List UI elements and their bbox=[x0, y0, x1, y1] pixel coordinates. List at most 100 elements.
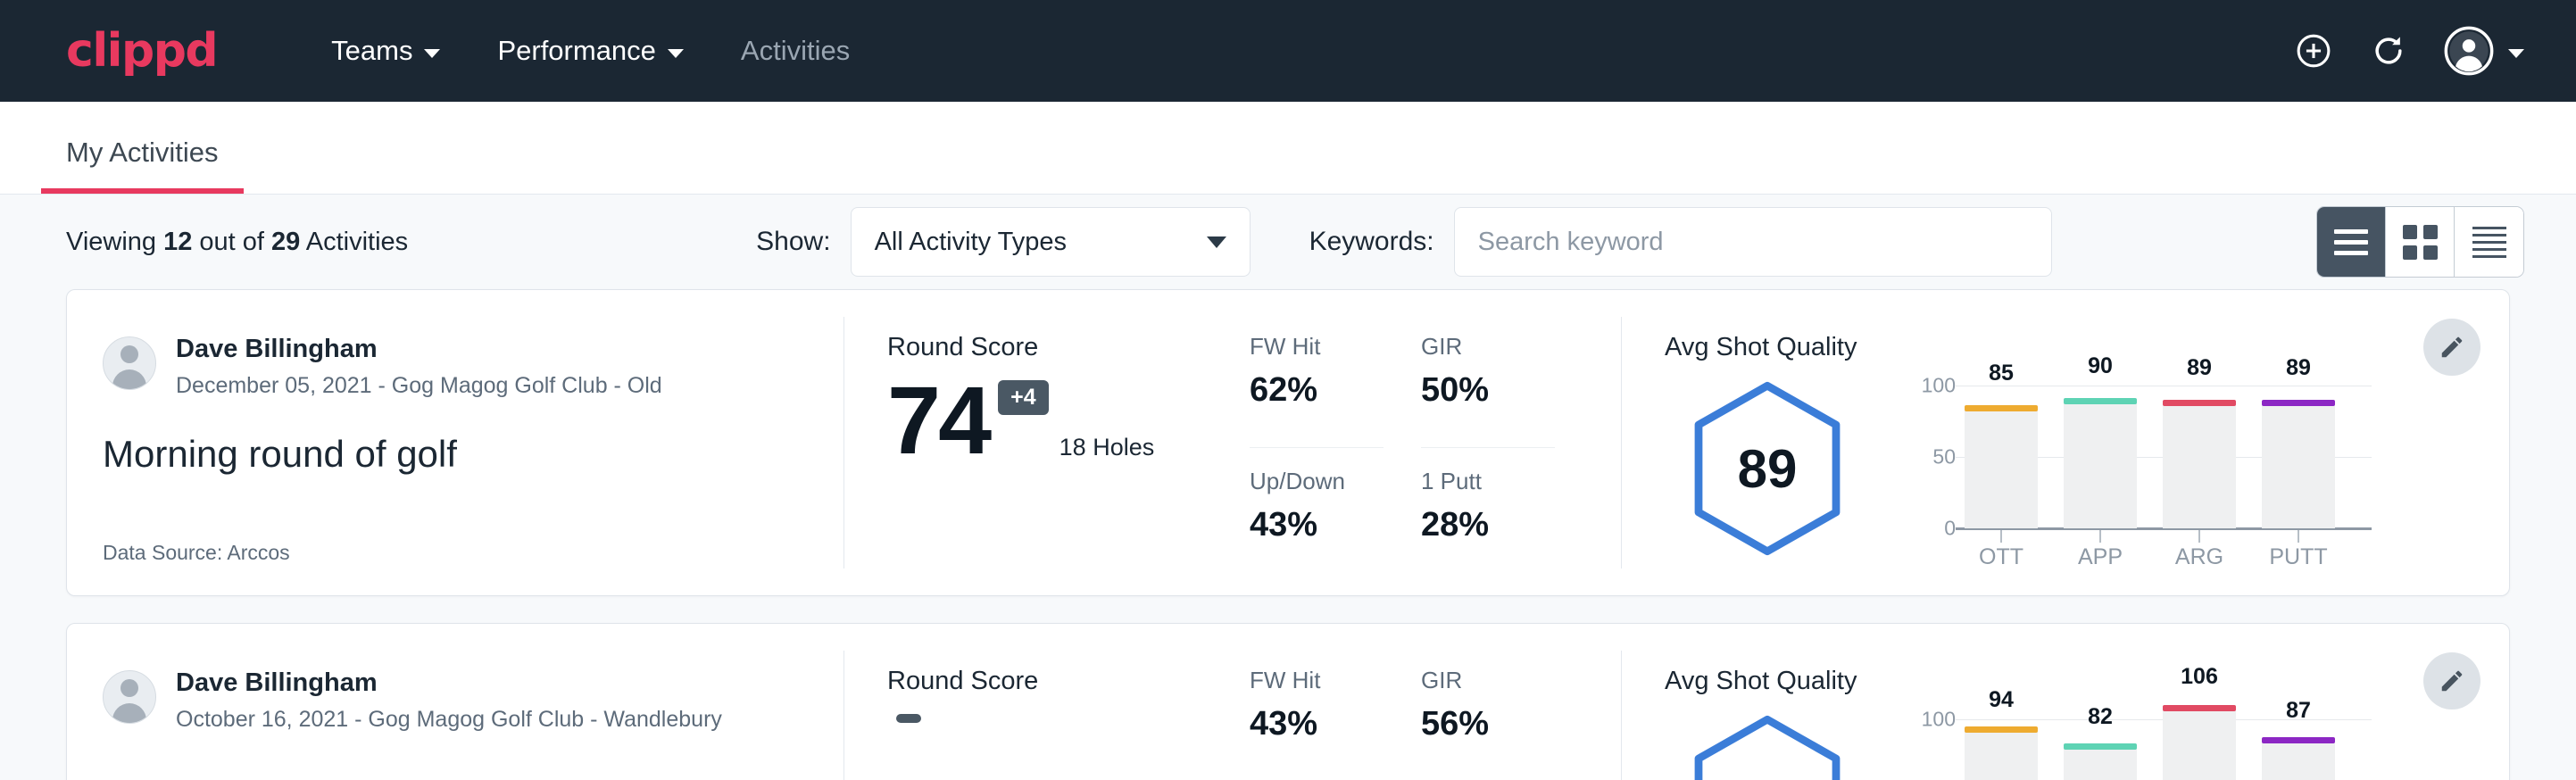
top-navbar: clippd Teams Performance Activities bbox=[0, 0, 2576, 102]
stat-one-putt-label: 1 Putt bbox=[1421, 468, 1555, 495]
activity-meta: October 16, 2021 - Gog Magog Golf Club -… bbox=[176, 707, 722, 733]
activity-type-select-value: All Activity Types bbox=[875, 228, 1067, 257]
round-stats-grid: FW Hit 43% GIR 56% bbox=[1250, 667, 1555, 780]
nav-item-activities-label: Activities bbox=[741, 35, 850, 67]
refresh-icon[interactable] bbox=[2369, 31, 2408, 71]
shot-quality-bar-chart: 100 50 0 85 bbox=[1900, 366, 2372, 571]
chevron-down-icon bbox=[668, 49, 684, 58]
avatar bbox=[103, 670, 156, 724]
activity-info-column: Dave Billingham December 05, 2021 - Gog … bbox=[67, 290, 843, 595]
avatar bbox=[103, 336, 156, 390]
compact-view-icon bbox=[2472, 227, 2506, 258]
avg-shot-quality-hexagon: 89 bbox=[1665, 381, 1870, 556]
viewing-suffix: Activities bbox=[300, 228, 408, 256]
activity-title: Morning round of golf bbox=[103, 433, 808, 476]
avg-shot-quality-column: Avg Shot Quality 100 50 0 bbox=[1622, 624, 2509, 780]
viewing-mid: out of bbox=[192, 228, 271, 256]
activity-data-source: Data Source: Arccos bbox=[103, 541, 808, 568]
y-tick-100: 100 bbox=[1922, 374, 1956, 398]
stat-fw-hit: FW Hit 43% bbox=[1250, 667, 1384, 780]
clippd-logo[interactable]: clippd bbox=[66, 28, 217, 74]
bar-app-cap bbox=[2064, 743, 2137, 750]
grid-view-button[interactable] bbox=[2386, 207, 2455, 277]
activity-card-list: Dave Billingham December 05, 2021 - Gog … bbox=[0, 289, 2576, 780]
bar-app-cap bbox=[2064, 398, 2137, 404]
stat-fw-hit-value: 43% bbox=[1250, 705, 1384, 743]
stat-one-putt: 1 Putt 28% bbox=[1421, 468, 1555, 569]
edit-activity-button[interactable] bbox=[2423, 319, 2480, 376]
x-tick bbox=[2099, 530, 2101, 543]
bar-ott-value: 85 bbox=[1965, 361, 2038, 386]
activity-meta: December 05, 2021 - Gog Magog Golf Club … bbox=[176, 373, 662, 399]
tab-my-activities[interactable]: My Activities bbox=[41, 137, 244, 194]
chart-plot-area: 94 82 106 bbox=[1956, 700, 2372, 780]
x-tick bbox=[2298, 530, 2299, 543]
avg-shot-quality-column: Avg Shot Quality 89 100 50 0 bbox=[1622, 290, 2509, 595]
edit-activity-button[interactable] bbox=[2423, 652, 2480, 709]
activity-card[interactable]: Dave Billingham October 16, 2021 - Gog M… bbox=[66, 623, 2510, 780]
round-score-to-par-badge: +4 bbox=[998, 380, 1049, 415]
stat-gir-label: GIR bbox=[1421, 333, 1555, 361]
compact-view-button[interactable] bbox=[2455, 207, 2523, 277]
round-score-value: 74 bbox=[887, 375, 989, 467]
avg-shot-quality-label: Avg Shot Quality bbox=[1665, 667, 2473, 696]
chevron-down-icon bbox=[1207, 236, 1226, 248]
chart-y-axis: 100 50 0 bbox=[1900, 386, 1956, 528]
account-menu[interactable] bbox=[2444, 26, 2524, 76]
hexagon-icon bbox=[1689, 715, 1846, 780]
view-toggle-group bbox=[2316, 206, 2524, 278]
tab-strip: My Activities bbox=[0, 102, 2576, 195]
stat-one-putt-value: 28% bbox=[1421, 506, 1555, 544]
shot-quality-bar-chart: 100 50 0 94 bbox=[1900, 700, 2372, 780]
chart-plot-area: 85 90 89 bbox=[1956, 366, 2372, 571]
grid-view-icon bbox=[2403, 225, 2438, 260]
filter-bar: Viewing 12 out of 29 Activities Show: Al… bbox=[0, 195, 2576, 289]
nav-item-teams-label: Teams bbox=[331, 35, 412, 67]
keywords-label: Keywords: bbox=[1309, 227, 1434, 257]
x-tick bbox=[2198, 530, 2200, 543]
list-view-button[interactable] bbox=[2317, 207, 2386, 277]
viewing-prefix: Viewing bbox=[66, 228, 163, 256]
x-label-app: APP bbox=[2064, 544, 2137, 570]
viewing-count: 12 bbox=[163, 228, 192, 256]
stat-gir: GIR 56% bbox=[1421, 667, 1555, 780]
bar-arg-cap bbox=[2163, 705, 2236, 711]
chevron-down-icon bbox=[2508, 49, 2524, 58]
activity-info-column: Dave Billingham October 16, 2021 - Gog M… bbox=[67, 624, 843, 780]
bar-putt-cap bbox=[2262, 737, 2335, 743]
chevron-down-icon bbox=[424, 49, 440, 58]
round-holes: 18 Holes bbox=[1059, 434, 1155, 467]
chart-x-labels: OTT APP ARG PUTT bbox=[1956, 544, 2335, 570]
nav-item-performance-label: Performance bbox=[497, 35, 655, 67]
account-avatar-icon bbox=[2444, 26, 2494, 76]
player-name: Dave Billingham bbox=[176, 333, 662, 365]
player-name: Dave Billingham bbox=[176, 667, 722, 699]
chart-y-axis: 100 50 0 bbox=[1900, 719, 1956, 780]
stat-up-down-value: 43% bbox=[1250, 506, 1384, 544]
stat-fw-hit-label: FW Hit bbox=[1250, 667, 1384, 694]
stat-up-down: Up/Down 43% bbox=[1250, 468, 1384, 569]
search-input[interactable] bbox=[1454, 207, 2052, 277]
y-tick-100: 100 bbox=[1922, 708, 1956, 732]
activity-player: Dave Billingham December 05, 2021 - Gog … bbox=[103, 333, 808, 399]
bar-putt-cap bbox=[2262, 400, 2335, 406]
bar-arg-cap bbox=[2163, 400, 2236, 406]
nav-item-performance[interactable]: Performance bbox=[469, 26, 711, 76]
round-score-label: Round Score bbox=[887, 333, 1244, 362]
round-score-label: Round Score bbox=[887, 667, 1244, 696]
x-tick bbox=[2000, 530, 2002, 543]
y-tick-0: 0 bbox=[1944, 517, 1956, 541]
stat-gir-value: 56% bbox=[1421, 705, 1555, 743]
nav-item-teams[interactable]: Teams bbox=[303, 26, 469, 76]
viewing-count-text: Viewing 12 out of 29 Activities bbox=[66, 228, 408, 257]
nav-item-activities[interactable]: Activities bbox=[712, 26, 878, 76]
stat-gir-label: GIR bbox=[1421, 667, 1555, 694]
stat-fw-hit-label: FW Hit bbox=[1250, 333, 1384, 361]
plus-circle-icon[interactable] bbox=[2294, 31, 2333, 71]
pencil-icon bbox=[2439, 668, 2465, 694]
activity-type-select[interactable]: All Activity Types bbox=[851, 207, 1251, 277]
round-score-to-par-badge bbox=[896, 714, 921, 723]
filter-controls: Show: All Activity Types Keywords: bbox=[756, 207, 2051, 277]
y-tick-50: 50 bbox=[1932, 445, 1956, 469]
activity-card[interactable]: Dave Billingham December 05, 2021 - Gog … bbox=[66, 289, 2510, 596]
